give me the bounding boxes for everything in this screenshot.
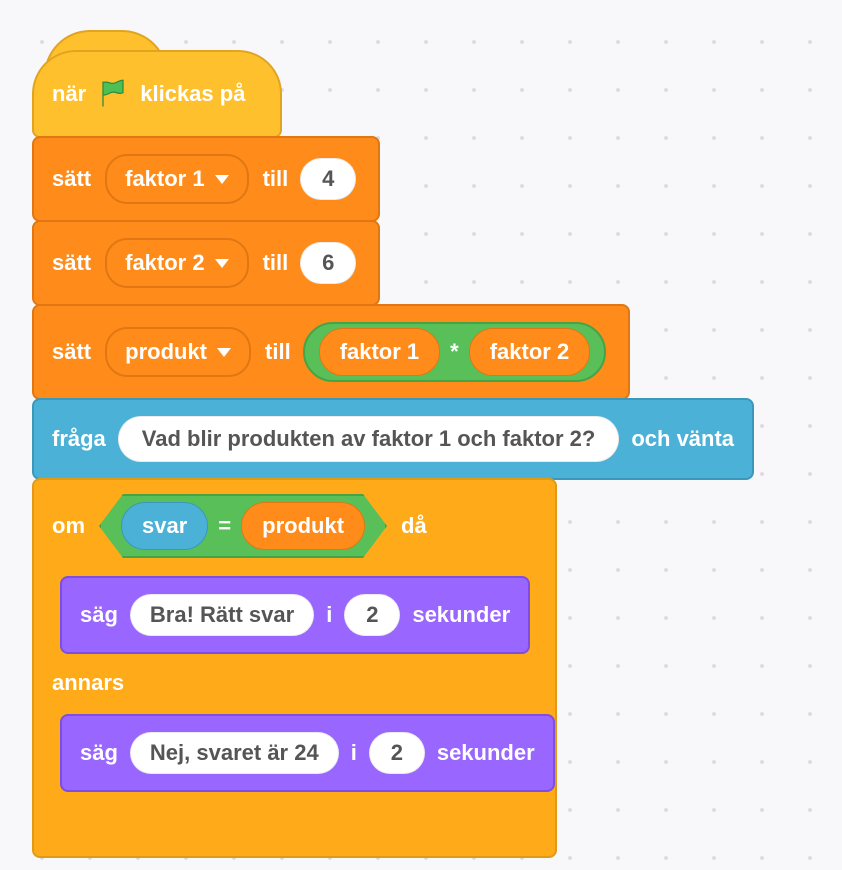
if-else-block[interactable]: om svar = produkt då säg Bra! Rätt svar … <box>32 478 557 858</box>
dropdown-text: faktor 1 <box>125 166 204 192</box>
say-label: säg <box>80 740 118 766</box>
green-flag-icon <box>98 79 128 109</box>
when-flag-clicked-block[interactable]: när klickas på <box>32 50 282 138</box>
reporter-produkt[interactable]: produkt <box>241 502 365 550</box>
to-label: till <box>265 339 291 365</box>
chevron-down-icon <box>217 348 231 357</box>
set-variable-block-3[interactable]: sätt produkt till faktor 1 * faktor 2 <box>32 304 630 400</box>
operator-symbol: * <box>450 339 459 365</box>
for-label: i <box>326 602 332 628</box>
reporter-faktor1[interactable]: faktor 1 <box>319 328 440 376</box>
to-label: till <box>263 250 289 276</box>
variable-dropdown-produkt[interactable]: produkt <box>105 327 251 377</box>
then-label: då <box>401 513 427 539</box>
else-label: annars <box>52 670 124 696</box>
question-input[interactable]: Vad blir produkten av faktor 1 och fakto… <box>118 416 620 462</box>
set-variable-block-1[interactable]: sätt faktor 1 till 4 <box>32 136 380 222</box>
say-label: säg <box>80 602 118 628</box>
set-label: sätt <box>52 250 91 276</box>
say-block-correct[interactable]: säg Bra! Rätt svar i 2 sekunder <box>60 576 530 654</box>
variable-dropdown-faktor2[interactable]: faktor 2 <box>105 238 248 288</box>
chevron-down-icon <box>215 175 229 184</box>
answer-reporter[interactable]: svar <box>121 502 208 550</box>
value-input-6[interactable]: 6 <box>300 242 356 284</box>
set-label: sätt <box>52 166 91 192</box>
else-branch-slot: säg Nej, svaret är 24 i 2 sekunder <box>34 710 555 794</box>
say-block-wrong[interactable]: säg Nej, svaret är 24 i 2 sekunder <box>60 714 555 792</box>
variable-dropdown-faktor1[interactable]: faktor 1 <box>105 154 248 204</box>
set-variable-block-2[interactable]: sätt faktor 2 till 6 <box>32 220 380 306</box>
say-text-wrong[interactable]: Nej, svaret är 24 <box>130 732 339 774</box>
set-label: sätt <box>52 339 91 365</box>
if-end-row <box>34 794 555 856</box>
hat-suffix: klickas på <box>140 81 245 107</box>
to-label: till <box>263 166 289 192</box>
seconds-label: sekunder <box>437 740 535 766</box>
seconds-input-2[interactable]: 2 <box>369 732 425 774</box>
else-row: annars <box>34 656 555 710</box>
ask-label: fråga <box>52 426 106 452</box>
multiply-operator[interactable]: faktor 1 * faktor 2 <box>303 322 607 382</box>
equals-operator[interactable]: svar = produkt <box>99 494 387 558</box>
value-input-4[interactable]: 4 <box>300 158 356 200</box>
and-wait-label: och vänta <box>631 426 734 452</box>
seconds-label: sekunder <box>412 602 510 628</box>
chevron-down-icon <box>215 259 229 268</box>
equals-symbol: = <box>218 513 231 539</box>
say-text-correct[interactable]: Bra! Rätt svar <box>130 594 314 636</box>
for-label: i <box>351 740 357 766</box>
if-row: om svar = produkt då <box>34 480 555 572</box>
reporter-faktor2[interactable]: faktor 2 <box>469 328 590 376</box>
dropdown-text: faktor 2 <box>125 250 204 276</box>
if-label: om <box>52 513 85 539</box>
seconds-input-1[interactable]: 2 <box>344 594 400 636</box>
hat-prefix: när <box>52 81 86 107</box>
if-branch-slot: säg Bra! Rätt svar i 2 sekunder <box>34 572 555 656</box>
ask-and-wait-block[interactable]: fråga Vad blir produkten av faktor 1 och… <box>32 398 754 480</box>
block-stack: när klickas på sätt faktor 1 till 4 sätt… <box>0 0 842 858</box>
dropdown-text: produkt <box>125 339 207 365</box>
